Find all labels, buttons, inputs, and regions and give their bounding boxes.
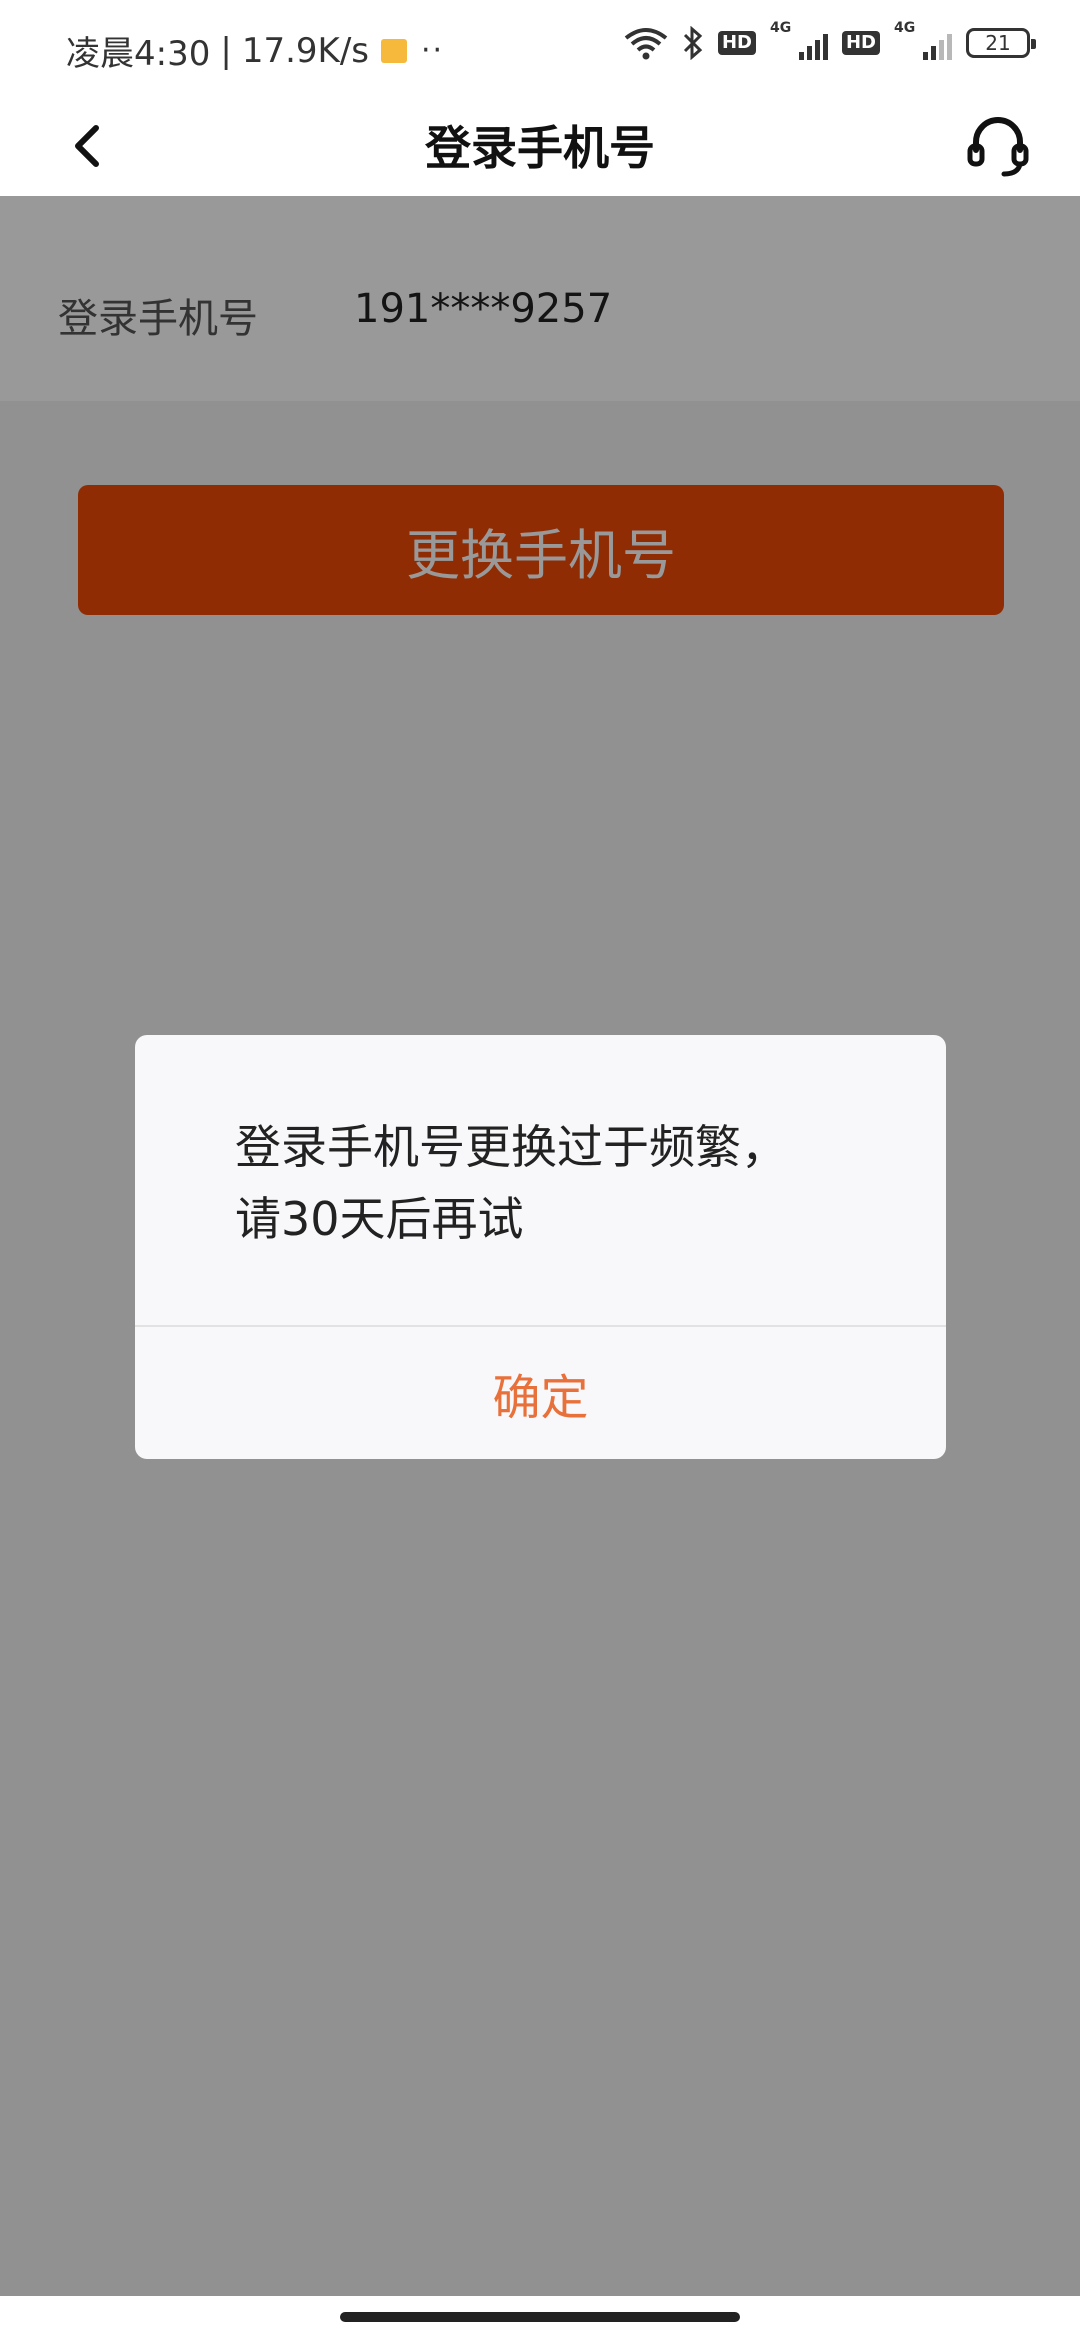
message-notification-icon [381, 38, 407, 63]
more-notifications-icon: ·· [421, 33, 445, 68]
signal-icon-2: 4G [894, 20, 952, 60]
battery-icon: 21 [966, 28, 1036, 58]
home-indicator[interactable] [340, 2312, 740, 2322]
confirm-button[interactable]: 确定 [135, 1327, 946, 1459]
battery-level: 21 [985, 31, 1011, 55]
wifi-icon [624, 28, 668, 60]
signal-network-1: 4G [769, 20, 792, 36]
signal-network-2: 4G [894, 20, 916, 36]
hd-badge-1: HD [717, 31, 756, 55]
status-separator: | [220, 30, 232, 71]
signal-icon-1: 4G [770, 20, 828, 60]
status-bar: 凌晨4:30 | 17.9K/s ·· HD 4G HD 4G 21 [0, 0, 1080, 96]
dialog-message: 登录手机号更换过于频繁， 请30天后再试 [235, 1111, 875, 1255]
headset-icon[interactable] [962, 110, 1034, 182]
status-net-speed: 17.9K/s [241, 30, 369, 71]
nav-bar: 登录手机号 [0, 96, 1080, 196]
page-title: 登录手机号 [425, 121, 655, 175]
status-time: 凌晨4:30 [66, 34, 211, 74]
status-left: 凌晨4:30 | 17.9K/s ·· [66, 26, 444, 75]
bluetooth-icon [683, 26, 703, 60]
status-right: HD 4G HD 4G 21 [624, 20, 1036, 60]
alert-dialog: 登录手机号更换过于频繁， 请30天后再试 确定 [135, 1035, 946, 1459]
dialog-message-line-1: 登录手机号更换过于频繁， [235, 1120, 787, 1174]
dialog-message-line-2: 请30天后再试 [235, 1192, 524, 1246]
hd-badge-2: HD [841, 31, 880, 55]
